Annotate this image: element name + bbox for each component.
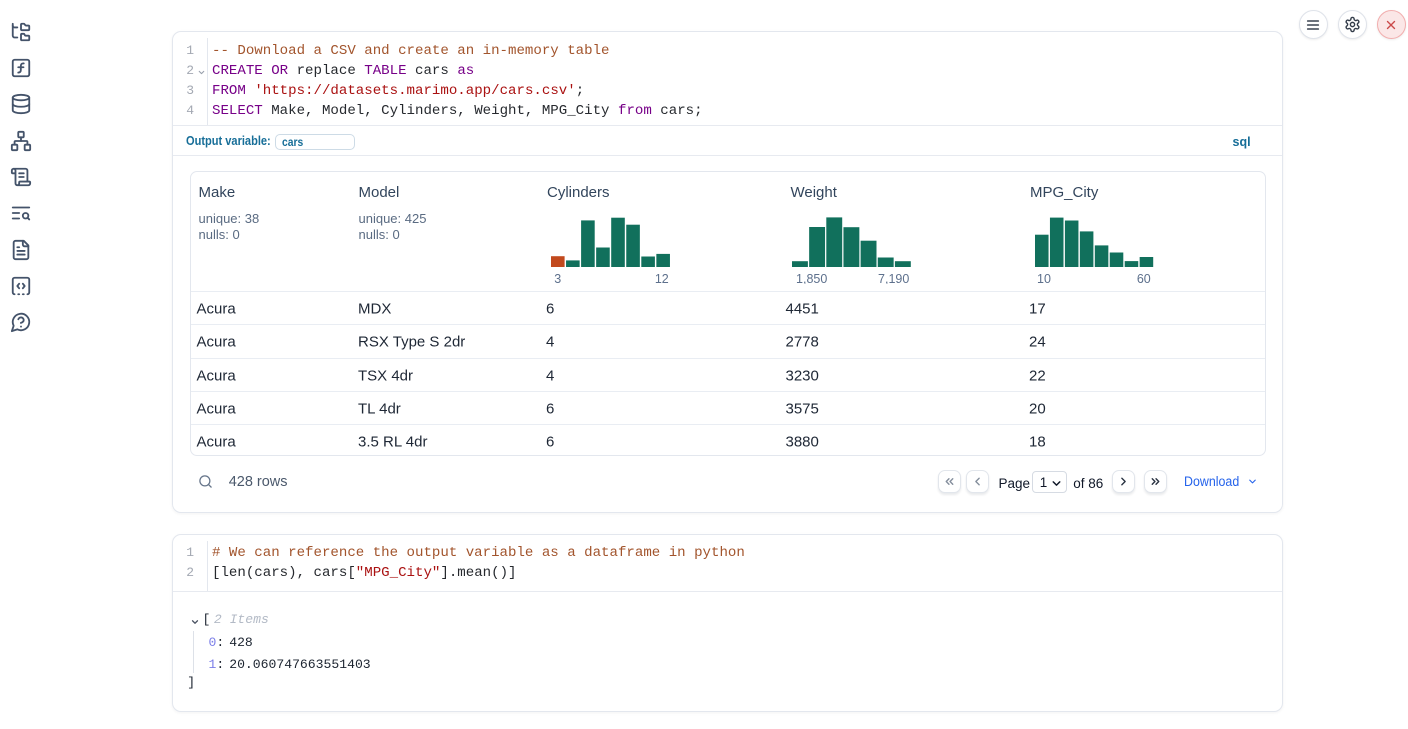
svg-text:12: 12 xyxy=(654,272,668,284)
svg-text:3: 3 xyxy=(554,272,561,284)
svg-text:60: 60 xyxy=(1136,272,1150,284)
svg-text:7,190: 7,190 xyxy=(878,272,909,284)
svg-text:1,850: 1,850 xyxy=(796,272,827,284)
svg-text:10: 10 xyxy=(1037,272,1051,284)
